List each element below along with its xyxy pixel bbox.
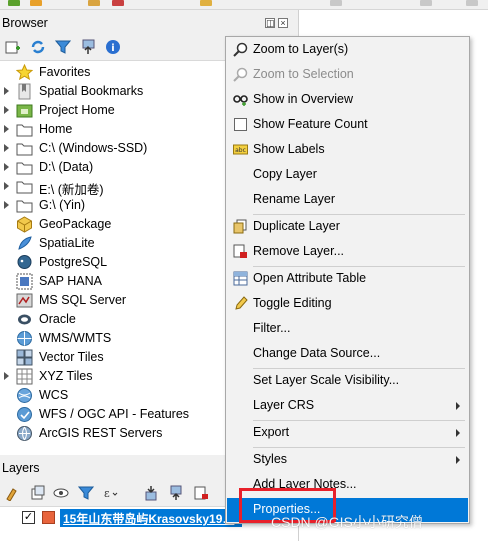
star-icon [16, 64, 33, 81]
browser-panel-title: Browser [2, 16, 48, 30]
watermark: CSDN @GIS小小研究僧 [271, 514, 423, 530]
duplicate-icon [233, 219, 247, 234]
project-home-icon [16, 104, 33, 118]
edit-icon[interactable] [112, 0, 124, 6]
style-manager-icon[interactable] [5, 485, 21, 501]
expand-arrow-icon[interactable] [4, 163, 9, 171]
menu-item-filter[interactable]: Filter... [227, 317, 468, 341]
wms-icon [17, 331, 32, 346]
postgresql-icon [17, 255, 32, 269]
remove-layer-toolbar-icon[interactable] [193, 485, 209, 501]
filter-icon[interactable] [55, 39, 71, 55]
expand-arrow-icon[interactable] [4, 125, 9, 133]
wcs-icon [17, 388, 32, 403]
mssql-icon [16, 293, 33, 308]
undo-icon[interactable] [330, 0, 342, 6]
menu-item-open-attribute-table[interactable]: Open Attribute Table [227, 267, 468, 291]
remove-layer-icon [233, 244, 247, 258]
layers-panel-title: Layers [2, 461, 40, 475]
float-panel-icon[interactable]: ◫ [265, 18, 275, 28]
main-toolbar [0, 0, 488, 10]
close-panel-icon[interactable]: × [278, 18, 288, 28]
layer-name[interactable]: 15年山东带岛屿Krasovsky19… [60, 509, 242, 527]
menu-item-styles[interactable]: Styles [227, 448, 468, 472]
menu-item-layer-crs[interactable]: Layer CRS [227, 394, 468, 418]
vector-tiles-icon [16, 349, 33, 366]
menu-item-change-data-source[interactable]: Change Data Source... [227, 342, 468, 366]
svg-text:i: i [111, 43, 114, 54]
expand-arrow-icon[interactable] [4, 144, 9, 152]
add-group-icon[interactable] [30, 485, 46, 501]
add-selected-layers-icon[interactable] [5, 39, 21, 55]
labels-icon: abc [233, 144, 248, 155]
menu-item-show-labels[interactable]: abc Show Labels [227, 138, 468, 162]
collapse-layers-icon[interactable] [168, 485, 184, 501]
add-layer-icon[interactable] [30, 0, 42, 6]
menu-item-zoom-to-selection[interactable]: Zoom to Selection [227, 63, 468, 87]
zoom-selection-icon [233, 67, 248, 82]
new-layer-icon[interactable] [8, 0, 20, 6]
menu-item-copy-layer[interactable]: Copy Layer [227, 163, 468, 187]
menu-item-set-layer-scale-visibility[interactable]: Set Layer Scale Visibility... [227, 369, 468, 393]
layer-symbol-swatch[interactable] [42, 511, 55, 524]
menu-item-show-in-overview[interactable]: Show in Overview [227, 88, 468, 112]
expand-arrow-icon[interactable] [4, 201, 9, 209]
eye-icon[interactable] [53, 485, 69, 501]
oracle-icon [18, 314, 31, 325]
submenu-arrow-icon [456, 456, 460, 464]
submenu-arrow-icon [456, 429, 460, 437]
sap-hana-icon [16, 273, 33, 290]
expand-arrow-icon[interactable] [4, 106, 9, 114]
menu-item-zoom-to-layer[interactable]: Zoom to Layer(s) [227, 38, 468, 62]
layer-visibility-checkbox[interactable]: ✓ [22, 511, 35, 524]
folder-icon [16, 143, 33, 156]
add-feature-icon[interactable] [420, 0, 432, 6]
expand-arrow-icon[interactable] [4, 372, 9, 380]
collapse-all-icon[interactable] [80, 39, 96, 55]
svg-text:abc: abc [235, 147, 246, 154]
spatialite-icon [18, 236, 32, 250]
bookmark-icon [18, 83, 31, 100]
menu-item-show-feature-count[interactable]: Show Feature Count [227, 113, 468, 137]
browser-panel-header: Browser ◫ × [0, 10, 298, 34]
menu-item-rename-layer[interactable]: Rename Layer [227, 188, 468, 212]
refresh-icon[interactable] [30, 39, 46, 55]
pencil-tool-icon[interactable] [200, 0, 212, 6]
pencil-icon [235, 296, 248, 310]
menu-item-remove-layer[interactable]: Remove Layer... [227, 240, 468, 264]
checkbox-icon [234, 118, 247, 131]
attribute-table-icon [233, 271, 248, 286]
info-icon[interactable]: i [105, 39, 121, 55]
text-annotation-icon[interactable] [466, 0, 478, 6]
menu-item-export[interactable]: Export [227, 421, 468, 445]
expand-all-icon[interactable] [143, 485, 159, 501]
layer-context-menu: Zoom to Layer(s) Zoom to Selection Show … [225, 36, 470, 524]
arcgis-rest-icon [17, 426, 32, 441]
overview-icon [233, 95, 248, 106]
menu-item-duplicate-layer[interactable]: Duplicate Layer [227, 215, 468, 239]
filter-legend-icon[interactable] [78, 485, 94, 501]
folder-icon [16, 124, 33, 137]
folder-icon [16, 200, 33, 213]
xyz-tiles-icon [16, 368, 33, 385]
wfs-icon [17, 407, 32, 422]
zoom-layer-icon [233, 42, 248, 57]
expand-arrow-icon[interactable] [4, 182, 9, 190]
submenu-arrow-icon [456, 402, 460, 410]
svg-text:ε: ε [104, 487, 110, 500]
menu-item-toggle-editing[interactable]: Toggle Editing [227, 292, 468, 316]
filter-expression-icon[interactable]: ε [103, 485, 119, 501]
folder-icon [16, 162, 33, 175]
expand-arrow-icon[interactable] [4, 87, 9, 95]
digitize-icon[interactable] [88, 0, 100, 6]
folder-icon [16, 181, 33, 194]
geopackage-icon [17, 216, 32, 233]
